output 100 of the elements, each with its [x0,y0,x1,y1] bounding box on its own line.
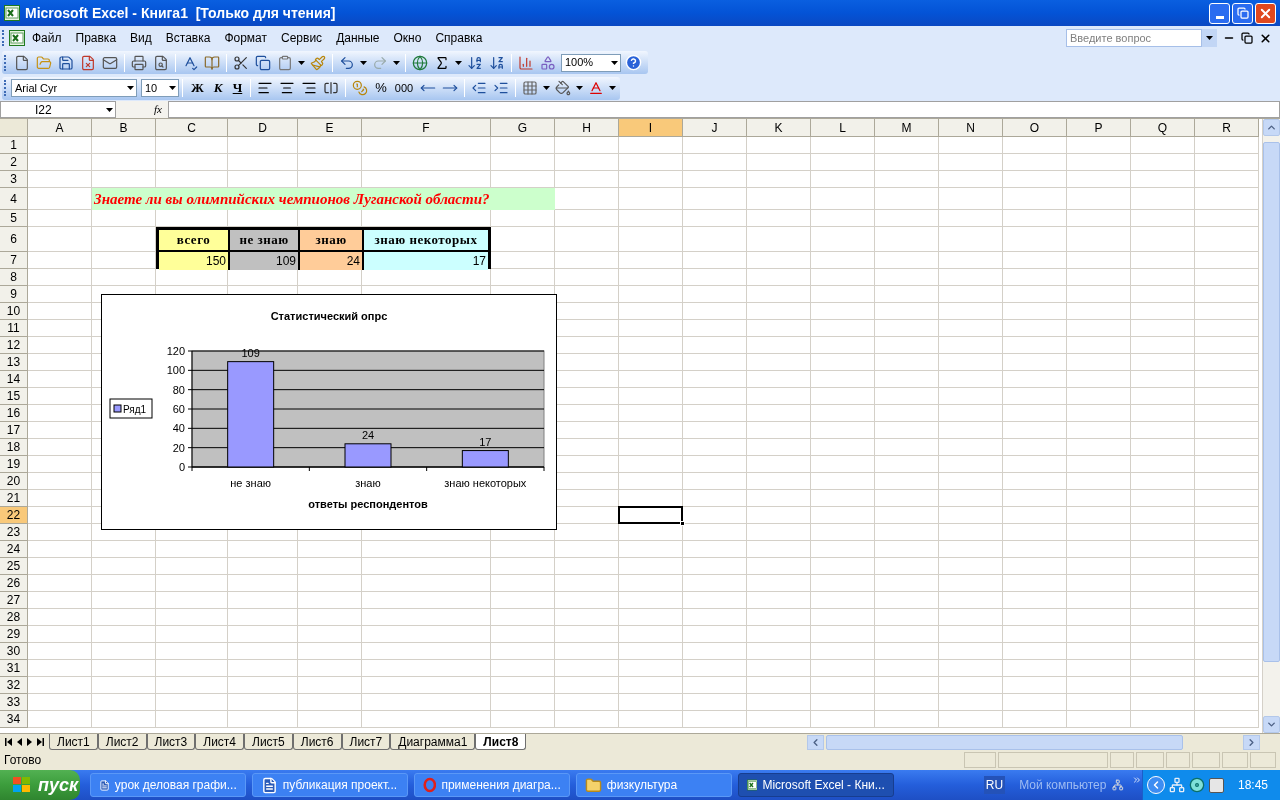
column-header[interactable]: D [228,119,298,137]
fill-color-icon[interactable] [555,80,572,96]
menu-item[interactable]: Данные [329,29,387,47]
caret-icon[interactable] [609,86,617,90]
sheet-tab[interactable]: Лист1 [49,734,98,750]
row-header[interactable]: 2 [0,154,28,171]
font-size-field[interactable]: 10 [141,79,179,97]
row-header[interactable]: 17 [0,422,28,439]
underline-button[interactable]: Ч [227,78,248,98]
menu-item[interactable]: Справка [428,29,490,47]
first-sheet-icon[interactable] [5,738,12,746]
close-button[interactable] [1255,2,1276,24]
column-header[interactable]: B [92,119,156,137]
caret-icon[interactable] [611,60,618,65]
row-header[interactable]: 31 [0,660,28,677]
decrease-indent-icon[interactable] [471,80,488,96]
thousands-button[interactable]: 000 [390,79,418,97]
column-header[interactable]: O [1003,119,1067,137]
caret-icon[interactable] [127,86,134,90]
row-header[interactable]: 34 [0,711,28,728]
undo-icon[interactable] [339,54,355,71]
scrollbar-thumb[interactable] [1263,142,1280,662]
row-header[interactable]: 7 [0,252,28,269]
paste-icon[interactable] [277,54,293,71]
row-header[interactable]: 22 [0,507,28,524]
column-header[interactable]: H [555,119,619,137]
caret-icon[interactable] [1206,36,1213,40]
sheet-tab[interactable]: Лист5 [244,734,293,750]
column-header[interactable]: M [875,119,939,137]
row-header[interactable]: 16 [0,405,28,422]
column-header[interactable]: F [362,119,491,137]
row-header[interactable]: 29 [0,626,28,643]
scroll-right-button[interactable] [1243,734,1260,750]
new-document-icon[interactable] [14,54,30,71]
row-header[interactable]: 10 [0,303,28,320]
row-header[interactable]: 5 [0,210,28,227]
font-color-icon[interactable] [588,80,605,96]
function-button[interactable]: fx [154,101,162,118]
row-header[interactable]: 28 [0,609,28,626]
scroll-down-button[interactable] [1263,716,1280,733]
restore-icon[interactable] [1241,32,1253,44]
drawing-icon[interactable] [540,54,556,71]
align-center-icon[interactable] [279,80,296,96]
horizontal-scrollbar-thumb[interactable] [826,734,1183,750]
row-header[interactable]: 1 [0,137,28,154]
column-header[interactable]: J [683,119,747,137]
active-cell[interactable] [618,506,683,524]
row-header[interactable]: 19 [0,456,28,473]
column-header[interactable]: N [939,119,1003,137]
help-icon[interactable] [625,54,642,71]
row-header[interactable]: 25 [0,558,28,575]
column-header[interactable]: Q [1131,119,1195,137]
mail-icon[interactable] [102,54,118,71]
sheet-tab[interactable]: Диаграмма1 [390,734,476,750]
taskbar-button[interactable]: Microsoft Excel - Кни... [737,773,894,797]
taskbar-button[interactable]: применения диагра... [413,773,570,797]
column-header[interactable]: A [28,119,92,137]
sheet-tab[interactable]: Лист3 [146,734,196,750]
row-header[interactable]: 14 [0,371,28,388]
cut-icon[interactable] [233,54,249,71]
increase-indent-icon[interactable] [493,80,510,96]
menu-item[interactable]: Сервис [274,29,330,47]
sheet-tab[interactable]: Лист4 [195,734,244,750]
row-header[interactable]: 15 [0,388,28,405]
row-header[interactable]: 23 [0,524,28,541]
bold-button[interactable]: Ж [186,78,209,98]
zoom-field[interactable]: 100% [561,53,621,72]
row-header[interactable]: 4 [0,188,28,210]
save-icon[interactable] [58,54,74,71]
disc-icon[interactable] [1189,777,1205,793]
row-header[interactable]: 6 [0,227,28,252]
previous-sheet-icon[interactable] [17,738,22,746]
taskbar-button[interactable]: публикация проект... [251,773,408,797]
row-header[interactable]: 32 [0,677,28,694]
row-header[interactable]: 8 [0,269,28,286]
sheet-tab[interactable]: Лист8 [475,734,527,750]
menu-item[interactable]: Вид [123,29,159,47]
format-painter-icon[interactable] [310,54,326,71]
menu-item[interactable]: Правка [68,29,124,47]
row-header[interactable]: 18 [0,439,28,456]
borders-icon[interactable] [522,80,539,96]
name-box[interactable]: I22 [0,101,116,118]
row-header[interactable]: 9 [0,286,28,303]
column-header[interactable]: C [156,119,228,137]
sheet-tab[interactable]: Лист7 [341,734,391,750]
copy-icon[interactable] [255,54,271,71]
expand-tray-button[interactable] [1147,776,1165,794]
row-header[interactable]: 11 [0,320,28,337]
column-header[interactable]: I [619,119,683,137]
align-left-icon[interactable] [257,80,274,96]
restore-button[interactable] [1232,2,1253,24]
italic-button[interactable]: К [208,78,228,98]
menu-item[interactable]: Вставка [158,29,218,47]
last-sheet-icon[interactable] [37,738,44,746]
research-icon[interactable] [204,54,220,71]
caret-icon[interactable] [360,60,367,65]
chart-icon[interactable] [518,54,534,71]
menu-item[interactable]: Файл [25,29,69,47]
start-button[interactable]: пуск [0,770,80,800]
row-header[interactable]: 26 [0,575,28,592]
